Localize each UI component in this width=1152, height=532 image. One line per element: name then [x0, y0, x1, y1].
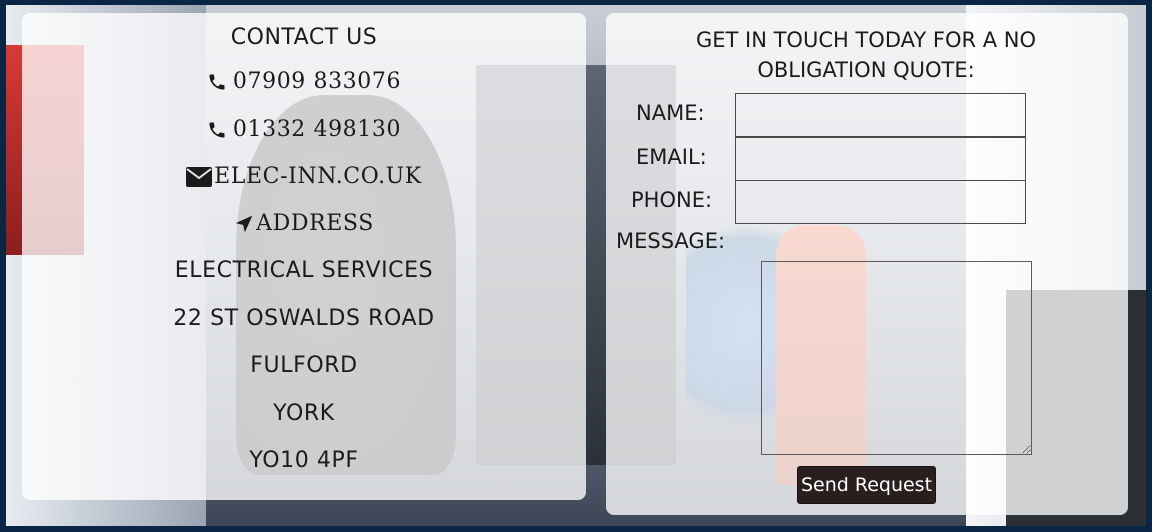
- contact-heading: CONTACT US: [230, 25, 378, 50]
- message-textarea[interactable]: [761, 261, 1032, 455]
- name-label: NAME:: [636, 101, 705, 125]
- phone-icon: [207, 120, 227, 140]
- address-line-1: ELECTRICAL SERVICES: [174, 258, 434, 283]
- email-input[interactable]: [735, 137, 1026, 181]
- name-input[interactable]: [735, 93, 1026, 137]
- address-label-line: ADDRESS: [22, 211, 586, 236]
- location-arrow-icon: [234, 214, 254, 234]
- contact-panel: CONTACT US 07909 833076 01332 498130 ELE…: [22, 13, 586, 500]
- phone-icon: [207, 72, 227, 92]
- message-label: MESSAGE:: [616, 229, 726, 253]
- address-line-3: FULFORD: [250, 353, 358, 378]
- envelope-icon: [186, 166, 213, 187]
- phone-input[interactable]: [735, 180, 1026, 224]
- address-label: ADDRESS: [256, 211, 374, 236]
- phone-label: PHONE:: [631, 188, 713, 212]
- address-line-2: 22 ST OSWALDS ROAD: [173, 306, 435, 331]
- address-line-5: YO10 4PF: [249, 448, 359, 473]
- phone-line-1: 07909 833076: [22, 69, 586, 94]
- send-request-button[interactable]: Send Request: [797, 466, 936, 504]
- email-link[interactable]: ELEC-INN.CO.UK: [214, 164, 422, 189]
- email-label: EMAIL:: [636, 145, 707, 169]
- quote-heading: GET IN TOUCH TODAY FOR A NO OBLIGATION Q…: [695, 28, 1037, 82]
- email-line: ELEC-INN.CO.UK: [22, 164, 586, 189]
- phone-number-1[interactable]: 07909 833076: [233, 69, 401, 94]
- address-line-4: YORK: [273, 401, 335, 426]
- phone-line-2: 01332 498130: [22, 117, 586, 142]
- quote-form-panel: GET IN TOUCH TODAY FOR A NO OBLIGATION Q…: [606, 13, 1128, 515]
- phone-number-2[interactable]: 01332 498130: [233, 117, 401, 142]
